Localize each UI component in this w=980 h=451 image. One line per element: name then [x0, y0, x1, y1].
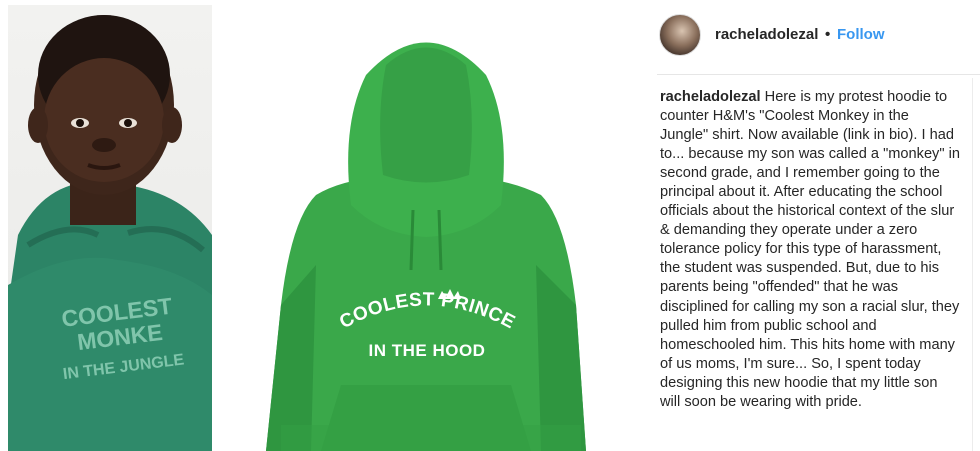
prince-print-line2: IN THE HOOD [368, 341, 486, 360]
avatar[interactable] [659, 14, 701, 56]
comments-scrollbar[interactable] [972, 78, 973, 451]
protest-hoodie-photo: COOLEST PRINCE IN THE HOOD [221, 5, 631, 451]
post-caption: racheladolezal Here is my protest hoodie… [660, 88, 960, 412]
caption-text: Here is my protest hoodie to counter H&M… [660, 89, 960, 410]
follow-button[interactable]: Follow [837, 26, 885, 43]
username-link[interactable]: racheladolezal [715, 26, 818, 43]
caption-username[interactable]: racheladolezal [660, 89, 761, 105]
header-divider [657, 74, 980, 75]
hm-hoodie-photo: COOLEST MONKE IN THE JUNGLE [0, 0, 212, 451]
screenshot-root: COOLEST MONKE IN THE JUNGLE COOLEST PRIN… [0, 0, 980, 451]
post-header: racheladolezal • Follow [647, 10, 980, 60]
hoodie-illustration: COOLEST PRINCE [266, 42, 586, 451]
instagram-post-panel: racheladolezal • Follow racheladolezal H… [647, 0, 980, 451]
header-separator: • [825, 26, 831, 43]
